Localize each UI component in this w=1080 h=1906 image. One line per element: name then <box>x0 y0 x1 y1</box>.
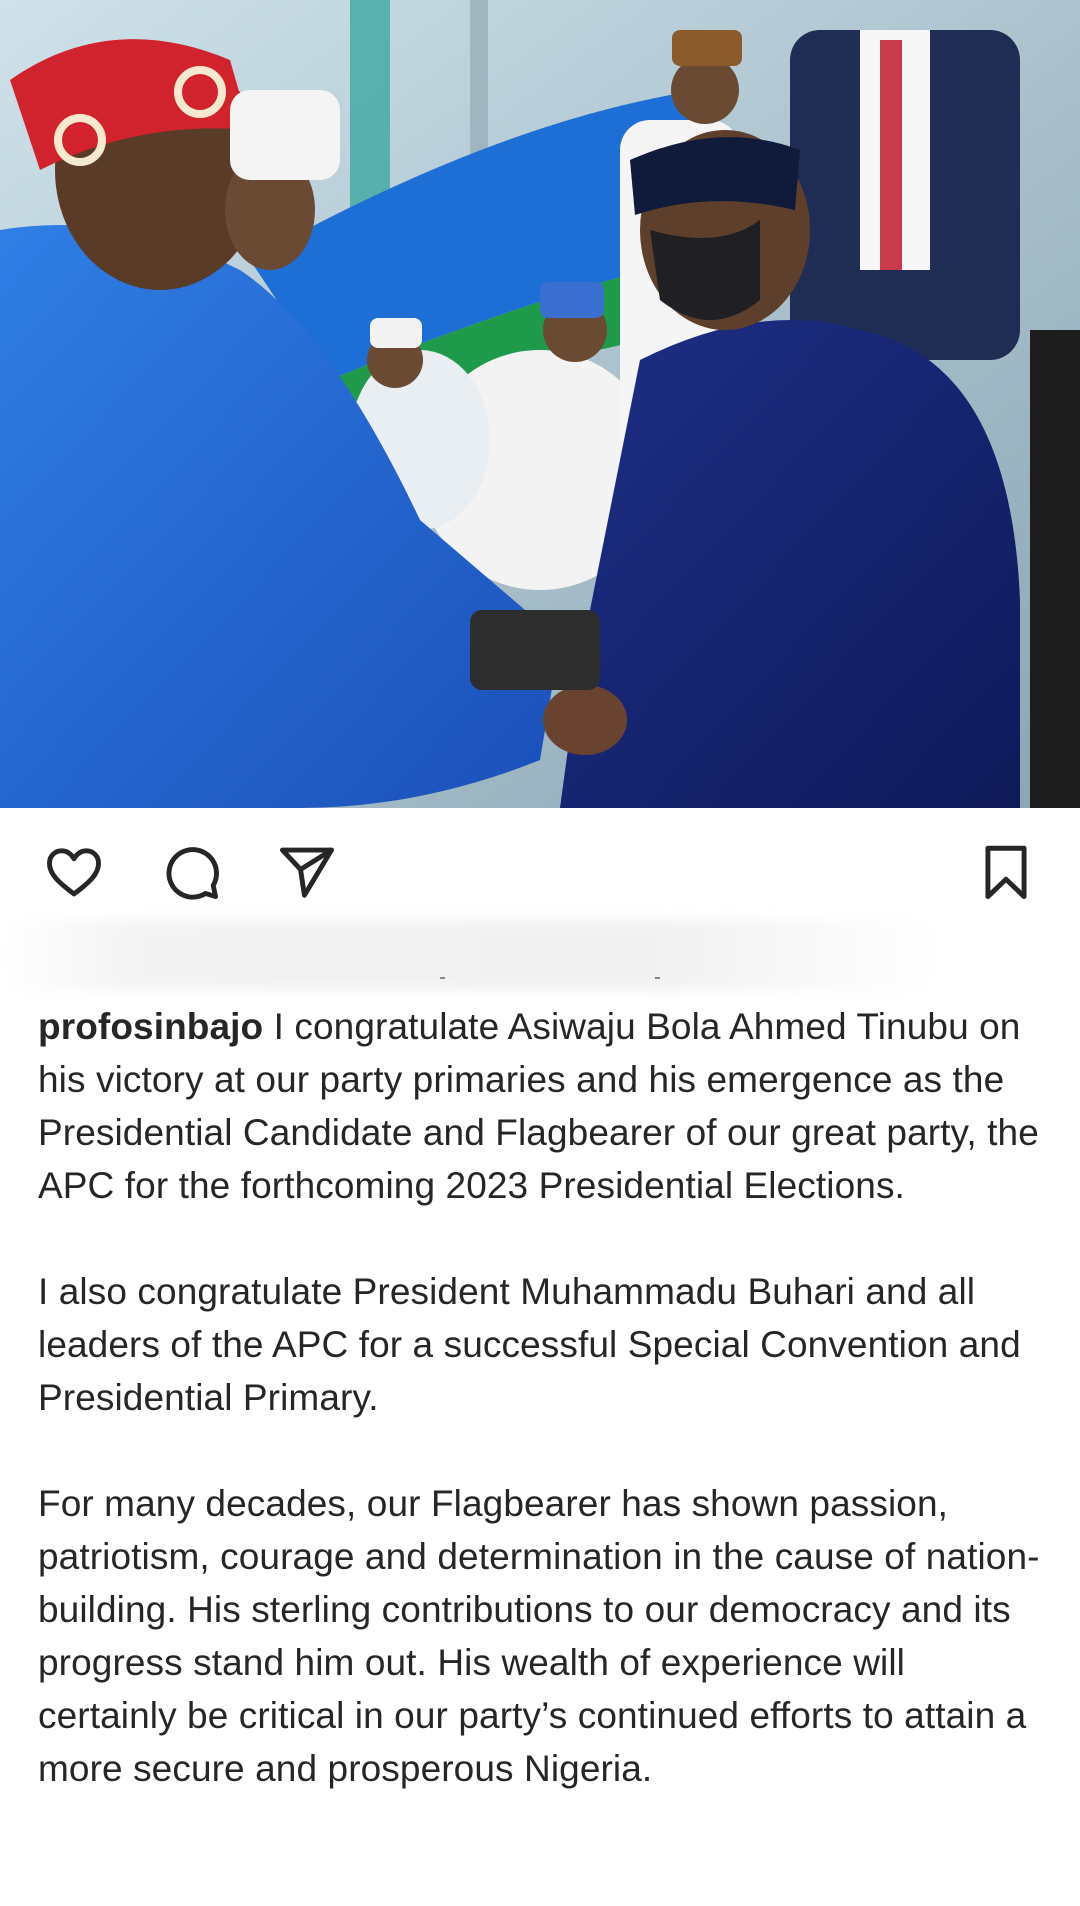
heart-icon <box>47 848 101 897</box>
share-button[interactable] <box>273 838 341 906</box>
redacted-area <box>0 920 940 990</box>
save-button[interactable] <box>972 838 1040 906</box>
smudge-mark <box>655 977 660 979</box>
post-photo[interactable] <box>0 0 1080 808</box>
like-button[interactable] <box>40 838 108 906</box>
bookmark-icon <box>985 845 1027 899</box>
comment-icon <box>166 847 219 900</box>
caption-paragraph-3: For many decades, our Flagbearer has sho… <box>38 1483 1040 1789</box>
post-username[interactable]: profosinbajo <box>38 1006 263 1047</box>
smudge-mark <box>440 977 445 979</box>
caption-paragraph-1: profosinbajo I congratulate Asiwaju Bola… <box>38 1000 1048 1212</box>
caption-paragraph-2: I also congratulate President Muhammadu … <box>38 1271 1021 1418</box>
paper-plane-icon <box>280 847 334 898</box>
post-caption: profosinbajo I congratulate Asiwaju Bola… <box>38 1000 1048 1795</box>
comment-button[interactable] <box>157 838 225 906</box>
action-bar <box>0 808 1080 928</box>
